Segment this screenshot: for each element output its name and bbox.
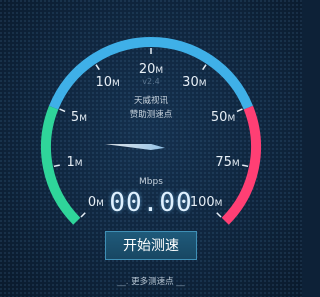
- gauge-tick-mark: [236, 108, 243, 113]
- link-left-underscore: __.: [117, 277, 132, 287]
- link-right-underscore: __: [173, 277, 185, 287]
- gauge-tick-mark: [95, 64, 100, 71]
- more-test-points-label: 更多测速点: [131, 277, 174, 287]
- start-test-button[interactable]: 开始测速: [105, 231, 197, 260]
- speed-test-app: 0M 1M 5M 10M 20M 30M 50M 75M 100M v2.4 天威视讯 赞助测速…: [0, 0, 302, 297]
- gauge-tick-label: 50M: [211, 110, 235, 125]
- gauge-tick-label: 30M: [182, 75, 206, 90]
- speed-unit-label: Mbps: [139, 177, 163, 187]
- more-test-points-link[interactable]: __. 更多测速点 __: [0, 275, 302, 287]
- sponsor-caption: 赞助测速点: [130, 109, 173, 120]
- gauge-tick-mark: [202, 64, 207, 71]
- gauge-tick-label: 20M: [139, 62, 163, 77]
- gauge-tick-mark: [59, 108, 66, 113]
- gauge-needle: [105, 144, 165, 150]
- sponsor-name: 天威视讯: [134, 95, 169, 106]
- gauge-tick-label: 1M: [66, 155, 82, 170]
- version-label: v2.4: [142, 77, 159, 86]
- gauge-tick-label: 10M: [96, 75, 120, 90]
- gauge-tick-label: 75M: [215, 155, 239, 170]
- gauge-tick-mark: [53, 164, 60, 168]
- gauge-tick-mark: [242, 164, 249, 168]
- gauge-tick-label: 5M: [71, 110, 87, 125]
- speed-value-display: 00.00: [109, 188, 193, 218]
